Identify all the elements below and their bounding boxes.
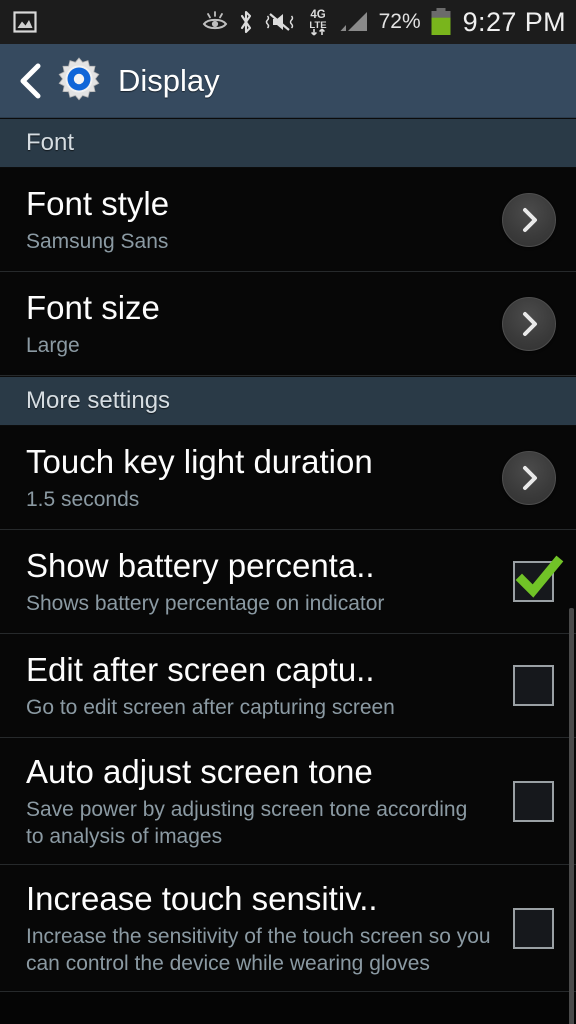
- svg-text:LTE: LTE: [309, 20, 326, 31]
- list-item-title: Font style: [26, 185, 170, 222]
- list-item-text: Font style Samsung Sans: [26, 170, 496, 269]
- list-item-title: Auto adjust screen tone: [26, 753, 373, 790]
- scrollbar-thumb[interactable]: [569, 608, 574, 1024]
- battery-percentage-text: 72%: [378, 10, 421, 33]
- list-item-show-battery-percentage[interactable]: Show battery percenta.. Shows battery pe…: [0, 530, 576, 634]
- list-item-subtitle: Samsung Sans: [26, 230, 169, 253]
- list-item-font-style[interactable]: Font style Samsung Sans: [0, 168, 576, 272]
- smart-stay-eye-icon: [202, 10, 228, 34]
- checkbox-auto-adjust-screen-tone[interactable]: [513, 780, 554, 822]
- list-item-text: Touch key light duration 1.5 seconds: [26, 428, 496, 527]
- gallery-image-icon: [12, 9, 38, 35]
- list-item-text: Show battery percenta.. Shows battery pe…: [26, 532, 503, 631]
- chevron-right-icon[interactable]: [502, 192, 556, 247]
- status-bar-system-icons: 4G LTE 72% 9:27 PM: [202, 7, 566, 38]
- settings-list[interactable]: Font Font style Samsung Sans Font size L…: [0, 118, 576, 1024]
- bluetooth-icon: [237, 9, 255, 35]
- checkbox-increase-touch-sensitivity[interactable]: [513, 907, 554, 949]
- battery-icon: [430, 8, 452, 36]
- back-chevron-icon[interactable]: [14, 59, 48, 103]
- section-header-label: Font: [26, 129, 75, 156]
- chevron-right-icon[interactable]: [502, 296, 556, 351]
- list-item-title: Edit after screen captu..: [26, 651, 375, 688]
- 4g-lte-data-icon: 4G LTE: [305, 7, 331, 37]
- list-item-edit-after-screen-capture[interactable]: Edit after screen captu.. Go to edit scr…: [0, 634, 576, 738]
- list-item-text: Font size Large: [26, 274, 496, 373]
- chevron-right-icon[interactable]: [502, 450, 556, 505]
- list-item-title: Touch key light duration: [26, 443, 373, 480]
- list-item-subtitle: Increase the sensitivity of the touch sc…: [26, 925, 491, 975]
- checkmark-icon: [515, 555, 564, 598]
- signal-bars-icon: [340, 9, 370, 35]
- list-item-subtitle: 1.5 seconds: [26, 488, 140, 511]
- page-title: Display: [118, 62, 220, 98]
- list-item-subtitle: Shows battery percentage on indicator: [26, 592, 385, 615]
- list-item-subtitle: Save power by adjusting screen tone acco…: [26, 798, 468, 848]
- list-item-title: Font size: [26, 289, 160, 326]
- checkbox-edit-after-screen-capture[interactable]: [513, 665, 554, 706]
- section-header-font: Font: [0, 118, 576, 168]
- list-item-title: Show battery percenta..: [26, 547, 375, 584]
- clock-text: 9:27 PM: [462, 6, 566, 37]
- section-header-label: More settings: [26, 387, 171, 414]
- section-header-more-settings: More settings: [0, 376, 576, 426]
- checkbox-show-battery-percentage[interactable]: [513, 555, 564, 602]
- list-item-auto-adjust-screen-tone[interactable]: Auto adjust screen tone Save power by ad…: [0, 738, 576, 865]
- sound-muted-vibrate-icon: [264, 9, 296, 35]
- list-item-subtitle: Large: [26, 334, 80, 357]
- status-bar[interactable]: 4G LTE 72% 9:27 PM: [0, 0, 576, 44]
- list-item-text: Edit after screen captu.. Go to edit scr…: [26, 636, 503, 735]
- list-item-subtitle: Go to edit screen after capturing screen: [26, 696, 395, 719]
- list-item-text: Increase touch sensitiv.. Increase the s…: [26, 865, 503, 991]
- list-item-font-size[interactable]: Font size Large: [0, 272, 576, 376]
- status-bar-notifications: [12, 9, 38, 35]
- action-bar: Display: [0, 44, 576, 118]
- list-item-title: Increase touch sensitiv..: [26, 880, 378, 917]
- settings-gear-icon[interactable]: [54, 56, 104, 106]
- list-item-text: Auto adjust screen tone Save power by ad…: [26, 738, 503, 864]
- list-item-increase-touch-sensitivity[interactable]: Increase touch sensitiv.. Increase the s…: [0, 865, 576, 992]
- list-item-touch-key-light-duration[interactable]: Touch key light duration 1.5 seconds: [0, 426, 576, 530]
